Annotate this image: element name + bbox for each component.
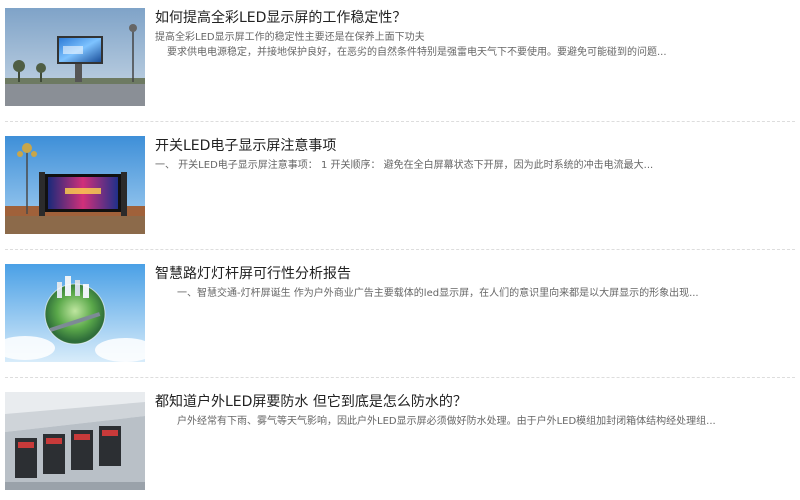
divider xyxy=(5,121,795,122)
article-title[interactable]: 如何提高全彩LED显示屏的工作稳定性？ xyxy=(155,9,406,27)
stage-led-screen-image[interactable] xyxy=(5,136,145,234)
divider xyxy=(5,377,795,378)
list-item: 智慧路灯灯杆屏可行性分析报告 一、智慧交通-灯杆屏诞生 作为户外商业广告主要载体… xyxy=(0,256,800,368)
smart-city-globe-image[interactable] xyxy=(5,264,145,362)
article-summary: 一、智慧交通-灯杆屏诞生 作为户外商业广告主要载体的led显示屏，在人们的意识里… xyxy=(177,288,699,299)
outdoor-led-billboard-image[interactable] xyxy=(5,8,145,106)
article-title[interactable]: 都知道户外LED屏要防水 但它到底是怎么防水的？ xyxy=(155,393,467,411)
article-title[interactable]: 开关LED电子显示屏注意事项 xyxy=(155,137,336,155)
list-item: 都知道户外LED屏要防水 但它到底是怎么防水的？ 户外经常有下雨、雾气等天气影响… xyxy=(0,384,800,496)
article-summary: 要求供电电源稳定，并接地保护良好，在恶劣的自然条件特别是强雷电天气下不要使用。要… xyxy=(167,47,667,58)
divider xyxy=(5,249,795,250)
article-list: 如何提高全彩LED显示屏的工作稳定性？ 提高全彩LED显示屏工作的稳定性主要还是… xyxy=(0,0,800,500)
led-cabinet-modules-image[interactable] xyxy=(5,392,145,490)
list-item: 如何提高全彩LED显示屏的工作稳定性？ 提高全彩LED显示屏工作的稳定性主要还是… xyxy=(0,0,800,112)
article-summary: 户外经常有下雨、雾气等天气影响，因此户外LED显示屏必须做好防水处理。由于户外L… xyxy=(177,416,716,427)
article-subtitle: 提高全彩LED显示屏工作的稳定性主要还是在保养上面下功夫 xyxy=(155,32,425,43)
article-summary: 一、 开关LED电子显示屏注意事项： 1 开关顺序： 避免在全白屏幕状态下开屏，… xyxy=(155,160,654,171)
article-title[interactable]: 智慧路灯灯杆屏可行性分析报告 xyxy=(155,265,351,283)
list-item: 开关LED电子显示屏注意事项 一、 开关LED电子显示屏注意事项： 1 开关顺序… xyxy=(0,128,800,240)
